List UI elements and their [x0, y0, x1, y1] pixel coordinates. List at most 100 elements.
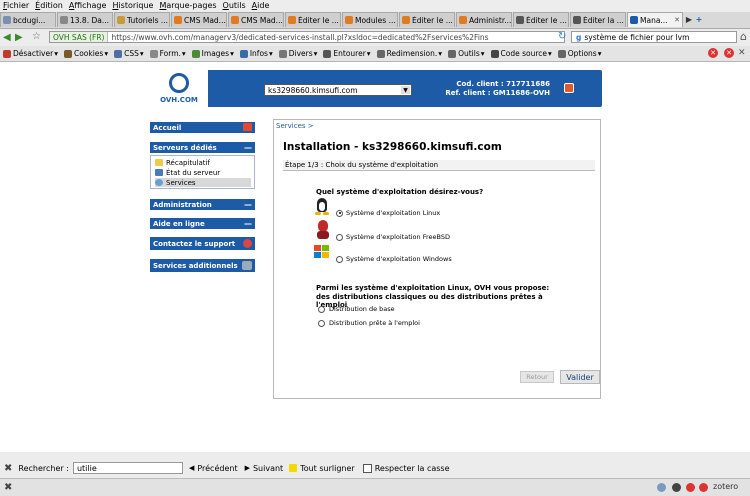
- devtool-item-8[interactable]: Redimension. ▾: [374, 49, 446, 58]
- tab-label: bcdugi...: [13, 15, 46, 25]
- menu-item-5[interactable]: Outils: [220, 0, 249, 12]
- os-radio-linux[interactable]: [336, 209, 343, 217]
- browser-tab[interactable]: Mana... ✕: [627, 12, 683, 27]
- os-radio-windows[interactable]: [336, 255, 343, 263]
- browser-tab[interactable]: Éditer le ...: [399, 12, 455, 27]
- install-panel: Services > Installation - ks3298660.kims…: [273, 119, 601, 399]
- devtool-item-3[interactable]: Form. ▾: [147, 49, 189, 58]
- devtool-label: Entourer: [333, 49, 366, 58]
- devtool-item-1[interactable]: Cookies ▾: [61, 49, 111, 58]
- favicon-icon: [459, 16, 467, 24]
- logout-button[interactable]: [564, 83, 574, 93]
- browser-tab[interactable]: Éditer la ...: [570, 12, 626, 27]
- chevron-down-icon: ▾: [438, 49, 443, 58]
- scroll-tabs-icon[interactable]: ▶: [684, 12, 694, 27]
- checkbox-box[interactable]: [362, 463, 372, 473]
- menu-item-1[interactable]: Édition: [32, 0, 66, 12]
- browser-tab[interactable]: bcdugi...: [0, 12, 56, 27]
- devtool-label: CSS: [124, 49, 139, 58]
- browser-tab[interactable]: Éditer le ...: [513, 12, 569, 27]
- sidebar-item-administration[interactable]: Administration —: [150, 199, 255, 210]
- find-next-label: Suivant: [252, 463, 284, 473]
- error-icon[interactable]: [686, 483, 695, 492]
- devtool-item-5[interactable]: Infos ▾: [237, 49, 276, 58]
- os-radio-freebsd[interactable]: [336, 233, 343, 241]
- close-icon[interactable]: ✖: [4, 482, 12, 493]
- dist-radio-ready[interactable]: [318, 319, 325, 327]
- devtool-item-10[interactable]: Code source ▾: [488, 49, 555, 58]
- sidebar-item-services-additionnels[interactable]: Services additionnels: [150, 259, 255, 272]
- sidebar-subitem-label: État du serveur: [166, 168, 221, 177]
- sidebar-subitem-services[interactable]: Services: [155, 178, 251, 187]
- devtool-item-11[interactable]: Options ▾: [555, 49, 605, 58]
- sidebar-item-aide[interactable]: Aide en ligne —: [150, 218, 255, 229]
- zotero-label[interactable]: zotero: [713, 482, 738, 491]
- tab-bar: bcdugi... 13.8. Da... Tutoriels ... CMS Mad…: [0, 12, 750, 29]
- breadcrumb[interactable]: Services >: [276, 122, 314, 130]
- new-tab-icon[interactable]: +: [694, 12, 704, 27]
- favicon-icon: [402, 16, 410, 24]
- browser-tab[interactable]: Administr...: [456, 12, 512, 27]
- sidebar-subitem-recapitulatif[interactable]: Récapitulatif: [155, 158, 251, 167]
- devtool-item-6[interactable]: Divers ▾: [276, 49, 321, 58]
- back-button[interactable]: Retour: [520, 371, 554, 383]
- find-input-text: utilie: [76, 463, 97, 473]
- devtool-item-4[interactable]: Images ▾: [189, 49, 237, 58]
- addon-icon[interactable]: [672, 483, 681, 492]
- highlight-all-button[interactable]: Tout surligner: [289, 464, 355, 473]
- find-previous-button[interactable]: ◀ Précédent: [189, 464, 238, 473]
- browser-tab[interactable]: Modules ...: [342, 12, 398, 27]
- devtool-item-0[interactable]: Désactiver ▾: [0, 49, 61, 58]
- sidebar-item-accueil[interactable]: Accueil: [150, 122, 255, 133]
- server-select[interactable]: ks3298660.kimsufi.com ▼: [264, 84, 412, 96]
- sidebar-item-support[interactable]: Contactez le support: [150, 237, 255, 250]
- validate-button[interactable]: Valider: [560, 370, 600, 384]
- sidebar-item-label: Administration: [153, 200, 212, 209]
- os-option-linux[interactable]: Système d'exploitation Linux: [336, 209, 440, 217]
- sidebar-item-serveurs-dedies[interactable]: Serveurs dédiés —: [150, 142, 255, 153]
- ovh-logo[interactable]: OVH.COM: [150, 70, 208, 107]
- os-option-freebsd[interactable]: Système d'exploitation FreeBSD: [336, 233, 450, 241]
- browser-tab[interactable]: CMS Mad...: [171, 12, 227, 27]
- menu-item-6[interactable]: Aide: [249, 0, 273, 12]
- close-toolbar-icon[interactable]: ✕: [738, 48, 746, 58]
- browser-tab[interactable]: Tutoriels ...: [114, 12, 170, 27]
- devtool-label: Divers: [288, 49, 313, 58]
- menu-item-2[interactable]: Affichage: [66, 0, 110, 12]
- devtool-item-2[interactable]: CSS ▾: [111, 49, 147, 58]
- menu-item-0[interactable]: Fichier: [0, 0, 32, 12]
- dist-option-base[interactable]: Distribution de base: [318, 305, 395, 313]
- home-icon[interactable]: ⌂: [740, 30, 747, 43]
- devtool-item-7[interactable]: Entourer ▾: [320, 49, 373, 58]
- info-icon[interactable]: [699, 483, 708, 492]
- menu-item-3[interactable]: Historique: [109, 0, 156, 12]
- os-option-windows[interactable]: Système d'exploitation Windows: [336, 255, 452, 263]
- forward-button[interactable]: ▶: [15, 32, 23, 43]
- close-tab-icon[interactable]: ✕: [674, 16, 680, 24]
- url-bar[interactable]: OVH SAS (FR) https://www.ovh.com/manager…: [49, 31, 565, 43]
- devtool-icon: [490, 49, 499, 58]
- menu-item-4[interactable]: Marque-pages: [156, 0, 219, 12]
- find-input[interactable]: utilie: [72, 462, 183, 474]
- site-identity[interactable]: OVH SAS (FR): [50, 32, 109, 42]
- linux-tux-icon: [315, 198, 329, 216]
- browser-tab[interactable]: Éditer le ...: [285, 12, 341, 27]
- close-icon[interactable]: ✖: [4, 463, 12, 474]
- dist-option-label: Distribution de base: [329, 305, 395, 313]
- search-input[interactable]: g système de fichier pour lvm: [571, 31, 737, 43]
- devtool-icon: [376, 49, 385, 58]
- browser-tab[interactable]: CMS Mad...: [228, 12, 284, 27]
- browser-tab[interactable]: 13.8. Da...: [57, 12, 113, 27]
- match-case-checkbox[interactable]: Respecter la casse: [362, 463, 450, 473]
- back-button[interactable]: ◀: [3, 32, 11, 43]
- reload-icon[interactable]: ↻: [558, 31, 566, 42]
- highlight-all-label: Tout surligner: [300, 463, 355, 473]
- devtool-item-9[interactable]: Outils ▾: [445, 49, 487, 58]
- dist-option-ready[interactable]: Distribution prête à l'emploi: [318, 319, 420, 327]
- find-next-button[interactable]: ▶ Suivant: [245, 464, 284, 473]
- home-icon: [243, 123, 252, 131]
- step-label: Étape 1/3 : Choix du système d'exploitat…: [285, 161, 439, 169]
- dist-radio-base[interactable]: [318, 305, 325, 313]
- bookmark-star-icon[interactable]: ☆: [32, 31, 41, 42]
- sidebar-subitem-etat[interactable]: État du serveur: [155, 168, 251, 177]
